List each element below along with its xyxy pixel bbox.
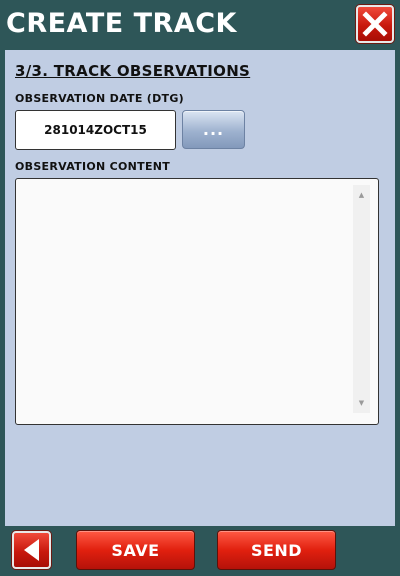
section-title: 3/3. TRACK OBSERVATIONS [15,62,251,80]
date-picker-button[interactable]: ... [182,110,245,149]
scroll-down-arrow-icon[interactable]: ▼ [353,395,370,411]
back-button[interactable] [12,531,51,569]
observation-content-textarea[interactable]: ▲ ▼ [15,178,379,425]
close-x-icon [362,11,388,37]
save-button[interactable]: SAVE [76,530,195,570]
close-button[interactable] [356,5,394,43]
scroll-up-arrow-icon[interactable]: ▲ [353,187,370,203]
content-scrollbar[interactable]: ▲ ▼ [353,185,370,413]
observation-date-field[interactable]: 281014ZOCT15 [15,110,176,150]
form-panel: 3/3. TRACK OBSERVATIONS OBSERVATION DATE… [5,50,395,526]
back-arrow-icon [23,539,39,561]
window-title: CREATE TRACK [6,8,237,39]
send-button[interactable]: SEND [217,530,336,570]
observation-date-label: OBSERVATION DATE (DTG) [15,92,185,105]
title-bar: CREATE TRACK [0,0,400,50]
observation-content-label: OBSERVATION CONTENT [15,160,171,173]
